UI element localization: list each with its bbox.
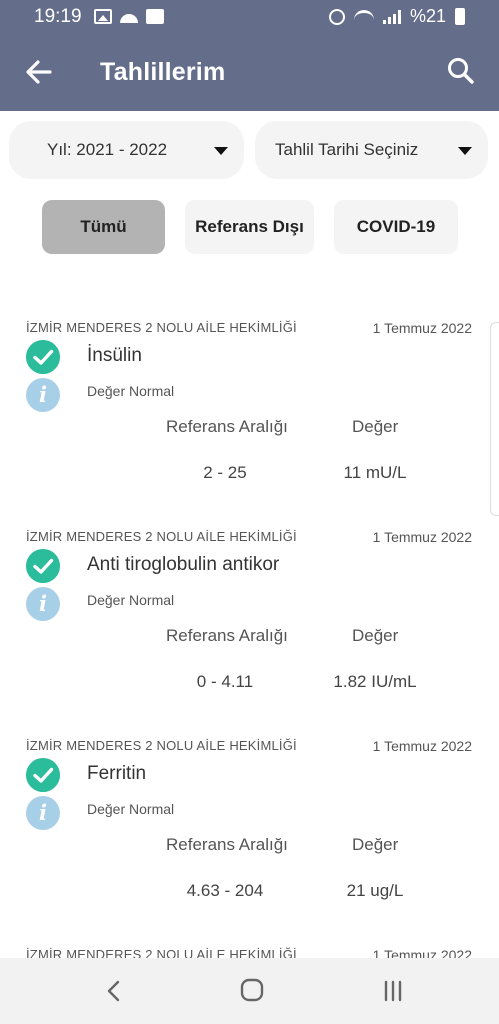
ref-range-header: Referans Aralığı [166,417,288,436]
ref-range-value: 4.63 - 204 [186,881,264,900]
value-header: Değer [352,626,399,645]
ref-range-value: 2 - 25 [203,463,247,482]
battery-percent: %21 [409,6,446,26]
scroll-indicator[interactable] [490,322,499,516]
signal-icon [382,9,401,24]
result-date: 1 Temmuz 2022 [372,320,472,336]
nav-home-icon[interactable] [240,978,264,1002]
result-card[interactable]: İZMİR MENDERES 2 NOLU AİLE HEKİMLİĞİ 1 T… [0,947,499,958]
year-select[interactable]: Yıl: 2021 - 2022 [9,121,244,179]
ref-range-value: 0 - 4.11 [196,672,254,691]
info-icon[interactable]: i [26,796,60,830]
back-button[interactable] [22,55,56,89]
caret-down-icon [458,147,472,155]
ref-range-header: Referans Aralığı [166,835,288,854]
test-date-select-value: Tahlil Tarihi Seçiniz [275,140,419,159]
check-circle-icon [26,758,60,792]
facility-name: İZMİR MENDERES 2 NOLU AİLE HEKİMLİĞİ [26,947,297,958]
weather-icon [119,14,138,23]
facility-name: İZMİR MENDERES 2 NOLU AİLE HEKİMLİĞİ [26,738,297,753]
info-icon[interactable]: i [26,587,60,621]
chip-covid-19[interactable]: COVID-19 [334,200,458,254]
check-circle-icon [26,340,60,374]
result-date: 1 Temmuz 2022 [372,738,472,754]
facility-name: İZMİR MENDERES 2 NOLU AİLE HEKİMLİĞİ [26,529,297,544]
page-title: Tahlillerim [100,58,226,86]
result-status: Değer Normal [87,801,175,817]
info-icon[interactable]: i [26,378,60,412]
result-date: 1 Temmuz 2022 [372,529,472,545]
wifi-icon [353,9,374,24]
alarm-icon [328,8,345,25]
battery-icon [455,8,465,25]
translate-icon [145,9,164,24]
facility-name: İZMİR MENDERES 2 NOLU AİLE HEKİMLİĞİ [26,320,297,335]
result-card[interactable]: İZMİR MENDERES 2 NOLU AİLE HEKİMLİĞİ 1 T… [0,529,499,729]
year-select-value: Yıl: 2021 - 2022 [47,140,168,159]
value-header: Değer [352,417,399,436]
result-card[interactable]: İZMİR MENDERES 2 NOLU AİLE HEKİMLİĞİ 1 T… [0,738,499,938]
system-nav-bar [0,958,499,1024]
test-name: İnsülin [87,345,142,366]
arrow-left-icon [26,60,52,84]
result-status: Değer Normal [87,383,175,399]
result-value: 11 mU/L [343,463,407,482]
test-name: Anti tiroglobulin antikor [87,554,280,575]
status-time: 19:19 [34,5,82,27]
result-status: Değer Normal [87,592,175,608]
app-bar: Tahlillerim [0,33,499,111]
nav-back-icon[interactable] [104,980,124,1002]
test-date-select[interactable]: Tahlil Tarihi Seçiniz [255,121,488,179]
test-name: Ferritin [87,763,147,784]
gallery-icon [93,9,112,24]
check-circle-icon [26,549,60,583]
result-value: 1.82 IU/mL [333,672,417,691]
chip-out-of-reference[interactable]: Referans Dışı [185,200,314,254]
caret-down-icon [214,147,228,155]
result-card[interactable]: İZMİR MENDERES 2 NOLU AİLE HEKİMLİĞİ 1 T… [0,320,499,520]
nav-recent-apps-icon[interactable] [382,980,404,1002]
chip-all[interactable]: Tümü [42,200,165,254]
result-date: 1 Temmuz 2022 [372,947,472,958]
status-bar: 19:19 %21 [0,0,499,33]
search-icon [448,58,474,84]
search-button[interactable] [445,55,477,87]
value-header: Değer [352,835,399,854]
ref-range-header: Referans Aralığı [166,626,288,645]
result-value: 21 ug/L [346,881,404,900]
